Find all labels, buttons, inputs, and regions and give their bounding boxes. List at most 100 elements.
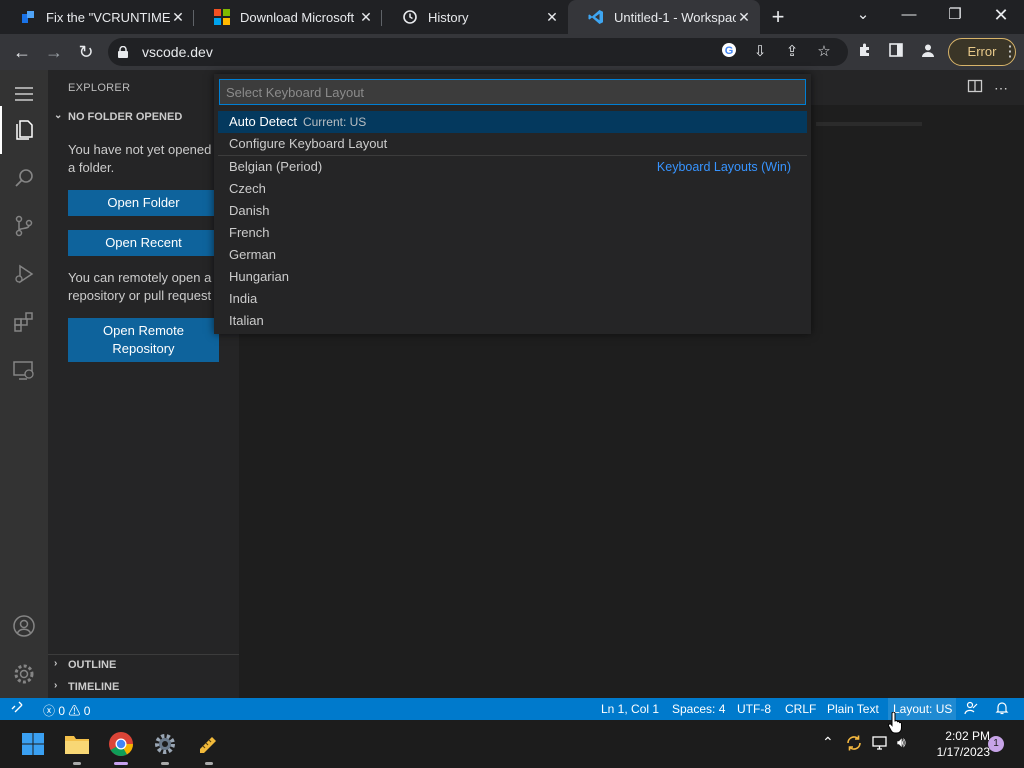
new-tab-button[interactable]: + [766,5,790,29]
problems-indicator[interactable]: ⓧ 0 ⚠ 0 [43,702,90,719]
url-text: vscode.dev [142,44,213,60]
browser-tab-strip: Fix the "VCRUNTIME140 ✕ Download Microso… [0,0,1024,34]
microsoft-logo-icon [214,9,230,25]
current-layout-description: Current: US [302,115,367,129]
language-mode[interactable]: Plain Text [827,702,879,716]
chrome-icon[interactable] [105,728,137,760]
remote-indicator-icon[interactable] [0,698,34,720]
screen: Fix the "VCRUNTIME140 ✕ Download Microso… [0,0,1024,768]
browser-tab-microsoft[interactable]: Download Microsoft Vi ✕ [194,0,382,34]
maximize-button[interactable]: ❐ [932,0,978,34]
no-folder-message: You have not yet opened a folder. [68,142,212,175]
chevron-down-icon: ⌄ [54,110,63,121]
quick-pick-item-italian[interactable]: Italian [218,310,807,332]
source-control-icon[interactable] [0,202,48,250]
extensions-icon[interactable] [0,298,48,346]
volume-icon[interactable]: 🔊︎ [897,734,906,751]
explorer-icon[interactable] [0,106,48,154]
open-remote-repository-button[interactable]: Open Remote Repository [68,318,219,362]
browser-tab-history[interactable]: History ✕ [382,0,568,34]
bookmark-star-icon[interactable]: ☆ [814,42,834,62]
file-explorer-icon[interactable] [61,728,93,760]
clock-time: 2:02 PM [945,729,990,743]
error-count: 0 [58,704,66,718]
chevron-right-icon: › [54,658,58,669]
minimize-button[interactable]: — [886,0,932,34]
quick-pick-item-auto-detect[interactable]: Auto Detect Current: US [218,111,807,133]
reload-icon[interactable]: ↻ [74,40,98,64]
manage-gear-icon[interactable] [0,650,48,698]
tab-title: Fix the "VCRUNTIME140 [46,9,170,25]
warning-count: 0 [83,704,91,718]
close-tab-icon[interactable]: ✕ [736,9,752,25]
close-tab-icon[interactable]: ✕ [170,9,186,25]
windows-start-icon[interactable] [17,728,49,760]
more-actions-icon[interactable]: ⋯ [991,78,1011,98]
extensions-icon[interactable] [855,42,875,62]
tab-search-icon[interactable]: ⌄ [840,0,886,34]
activity-bar [0,70,48,698]
encoding[interactable]: UTF-8 [737,702,771,716]
error-icon: ⓧ [43,704,56,718]
close-tab-icon[interactable]: ✕ [544,9,560,25]
remote-explorer-icon[interactable] [0,346,48,394]
keyboard-layouts-group-label: Keyboard Layouts (Win) [656,160,791,174]
history-icon [402,9,418,25]
open-recent-button[interactable]: Open Recent [68,230,219,256]
install-app-icon[interactable]: ⇩ [750,42,770,62]
cursor-position[interactable]: Ln 1, Col 1 [601,702,659,716]
no-folder-section-header[interactable]: ⌄ NO FOLDER OPENED [48,106,239,128]
clock-date: 1/17/2023 [936,745,990,759]
bell-icon[interactable] [995,701,1009,718]
explorer-title: EXPLORER [68,82,131,94]
browser-tab-vscode[interactable]: Untitled-1 - Workspace ✕ [568,0,760,34]
show-hidden-icons-chevron-icon[interactable]: ⌃ [822,734,834,751]
open-folder-button[interactable]: Open Folder [68,190,219,216]
quick-pick-item-german[interactable]: German [218,244,807,266]
system-clock[interactable]: 2:02 PM 1/17/2023 [920,728,990,760]
quick-pick-item-india[interactable]: India [218,288,807,310]
feedback-icon[interactable] [964,701,978,718]
hand-cursor-icon [888,712,902,734]
network-icon[interactable] [872,734,890,755]
tab-title: Untitled-1 - Workspace [614,9,736,25]
notification-badge[interactable]: 1 [988,736,1004,752]
side-panel-icon[interactable] [886,42,906,62]
timeline-section-header[interactable]: › TIMELINE [48,676,239,698]
address-bar: ← → ↻ vscode.dev G ⇩ ⇪ ☆ Error ⋮ [0,34,1024,70]
chevron-right-icon: › [54,680,58,691]
forward-icon[interactable]: → [42,40,66,64]
svg-text:G: G [725,45,734,57]
accounts-icon[interactable] [0,602,48,650]
indentation[interactable]: Spaces: 4 [672,702,725,716]
explorer-sidebar: EXPLORER ⌄ NO FOLDER OPENED You have not… [48,70,239,698]
settings-gear-icon[interactable] [149,728,181,760]
quick-pick-item-danish[interactable]: Danish [218,200,807,222]
close-tab-icon[interactable]: ✕ [358,9,374,25]
quick-pick-item-french[interactable]: French [218,222,807,244]
quick-pick-item-hungarian[interactable]: Hungarian [218,266,807,288]
browser-tab-vcruntime[interactable]: Fix the "VCRUNTIME140 ✕ [0,0,194,34]
google-icon[interactable]: G [719,42,739,62]
close-window-button[interactable]: ✕ [978,0,1024,34]
puzzle-site-icon [20,9,36,25]
more-menu-icon[interactable]: ⋮ [1000,42,1020,62]
search-icon[interactable] [0,154,48,202]
keyboard-layout-search-input[interactable] [220,80,805,104]
quick-pick-item-configure[interactable]: Configure Keyboard Layout [218,133,807,155]
ruler-pencil-app-icon[interactable] [193,728,225,760]
end-of-line[interactable]: CRLF [785,702,816,716]
vscode-logo-icon [588,9,604,25]
profile-icon[interactable] [918,42,938,62]
quick-pick-item-czech[interactable]: Czech [218,178,807,200]
split-editor-icon[interactable] [965,78,985,98]
run-debug-icon[interactable] [0,250,48,298]
quick-pick-item-belgian[interactable]: Belgian (Period) Keyboard Layouts (Win) [218,156,807,178]
sync-icon[interactable] [845,734,863,755]
back-icon[interactable]: ← [10,40,34,64]
remote-message: You can remotely open a repository or pu… [68,270,212,303]
quick-pick-input-box [219,79,806,105]
lock-icon [118,45,128,58]
outline-section-header[interactable]: › OUTLINE [48,654,239,676]
share-icon[interactable]: ⇪ [782,42,802,62]
